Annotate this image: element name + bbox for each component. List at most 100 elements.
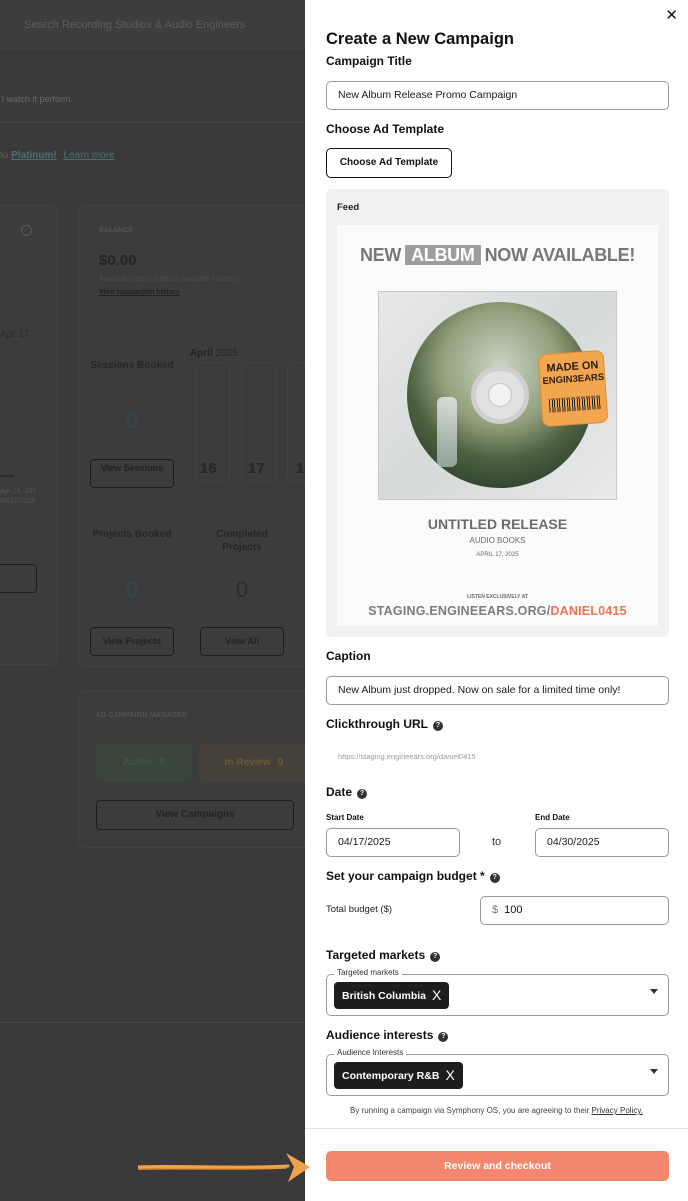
- total-budget-input[interactable]: $100: [480, 896, 669, 925]
- view-campaigns-button: View Campaigns: [96, 800, 294, 830]
- ad-headline: NEW ALBUM NOW AVAILABLE!: [337, 245, 658, 266]
- help-icon[interactable]: ?: [430, 952, 441, 962]
- audience-interests-label-text: Audience interests: [326, 1028, 434, 1042]
- start-date-input[interactable]: 04/17/2025: [326, 828, 460, 857]
- help-icon[interactable]: ?: [433, 721, 443, 731]
- campaign-title-label: Campaign Title: [326, 54, 412, 68]
- info-icon: [21, 225, 32, 236]
- balance-value: $0.00: [99, 252, 137, 269]
- audience-interests-label: Audience interests?: [326, 1028, 449, 1042]
- active-pill: Active 0: [96, 744, 192, 782]
- chevron-down-icon[interactable]: [650, 989, 658, 994]
- projects-value: 0: [125, 577, 139, 602]
- clickthrough-url[interactable]: https://staging.engineears.org/daniel041…: [338, 752, 476, 761]
- calendar-day: 18: [296, 460, 305, 477]
- projects-title: Projects Booked: [92, 529, 172, 540]
- listen-label: LISTEN EXCLUSIVELY AT: [467, 594, 528, 600]
- dashboard-background: Search Recording Studios & Audio Enginee…: [0, 0, 305, 1201]
- market-chip-label: British Columbia: [342, 990, 427, 1002]
- targeted-markets-select[interactable]: Targeted markets British Columbia X: [326, 968, 669, 1016]
- learn-more-link: Learn more: [63, 150, 115, 161]
- chart-date-2: 04/17/2025: [0, 498, 36, 505]
- chart-date-1: Apr 16, 202: [0, 488, 37, 495]
- targeted-markets-legend: Targeted markets: [334, 968, 402, 977]
- review-and-checkout-button[interactable]: Review and checkout: [326, 1151, 669, 1181]
- date-label-text: Date: [326, 785, 353, 799]
- interest-chip: Contemporary R&B X: [334, 1062, 463, 1089]
- calendar-day: 16: [200, 460, 217, 477]
- ad-creative: NEW ALBUM NOW AVAILABLE! MADE ON ENGIN3EAR…: [337, 225, 658, 626]
- view-sessions-button: View Sessions: [90, 459, 174, 488]
- help-icon[interactable]: ?: [489, 873, 500, 883]
- album-cd-case: MADE ON ENGIN3EARS: [378, 291, 617, 500]
- transaction-history-link: View transaction history: [99, 289, 180, 296]
- remove-chip-icon[interactable]: X: [432, 987, 441, 1003]
- ad-url-user: DANIEL0415: [550, 604, 627, 618]
- search-bar: Search Recording Studios & Audio Enginee…: [0, 0, 305, 52]
- help-icon[interactable]: ?: [438, 1032, 449, 1042]
- headline-pre: NEW: [359, 245, 402, 265]
- release-title: UNTITLED RELEASE: [427, 516, 568, 532]
- active-label: Active: [122, 757, 153, 768]
- sessions-title: Sessions Booked: [90, 360, 174, 371]
- end-date-input[interactable]: 04/30/2025: [535, 828, 669, 857]
- date-to-label: to: [492, 836, 502, 848]
- create-campaign-drawer: ✕ Create a New Campaign Campaign Title N…: [305, 0, 688, 1201]
- terms-text-body: By running a campaign via Symphony OS, y…: [350, 1106, 590, 1115]
- view-projects-button: View Projects: [90, 627, 174, 656]
- divider: [0, 1022, 305, 1023]
- disc-hub: [471, 366, 529, 424]
- disc-center: [488, 383, 512, 407]
- waterfall-art: [437, 397, 457, 467]
- choose-ad-template-button[interactable]: Choose Ad Template: [326, 148, 452, 178]
- calendar-month: April 2025: [190, 348, 238, 359]
- stats-card-left: [0, 205, 58, 665]
- clickthrough-label-text: Clickthrough URL: [326, 717, 428, 731]
- barcode-icon: [548, 395, 602, 413]
- upgrade-prefix: to: [0, 150, 9, 161]
- campaign-manager-label: AD CAMPAIGN MANAGER: [96, 712, 188, 719]
- caption-input[interactable]: New Album just dropped. Now on sale for …: [326, 676, 669, 705]
- completed-title: Completed Projects: [216, 529, 268, 553]
- info-banner: l watch it perform.: [0, 78, 305, 123]
- targeted-markets-label-text: Targeted markets: [326, 948, 426, 962]
- left-outline-button: [0, 564, 37, 593]
- market-chip: British Columbia X: [334, 982, 450, 1009]
- clickthrough-label: Clickthrough URL?: [326, 717, 443, 731]
- banner-text: l watch it perform.: [2, 94, 74, 104]
- help-icon[interactable]: ?: [357, 789, 368, 799]
- search-placeholder: Search Recording Studios & Audio Enginee…: [24, 19, 246, 31]
- terms-text: By running a campaign via Symphony OS, y…: [305, 1106, 688, 1115]
- budget-label-text: Set your campaign budget *: [326, 869, 485, 883]
- budget-label: Set your campaign budget *?: [326, 869, 500, 883]
- interest-chip-label: Contemporary R&B: [342, 1070, 440, 1082]
- drawer-title: Create a New Campaign: [326, 30, 514, 48]
- release-subtitle: AUDIO BOOKS: [469, 536, 526, 545]
- date-label: Date?: [326, 785, 368, 799]
- completed-value: 0: [235, 577, 249, 602]
- audience-interests-legend: Audience Interests: [334, 1048, 407, 1057]
- ad-template-label: Choose Ad Template: [326, 122, 445, 136]
- date-chip: Apr 17: [0, 329, 30, 340]
- feed-label: Feed: [337, 202, 360, 213]
- in-review-label: In Review: [224, 757, 271, 768]
- in-review-count: 0: [277, 757, 284, 768]
- end-date-label: End Date: [535, 813, 570, 822]
- close-icon[interactable]: ✕: [665, 6, 678, 24]
- calendar-day: 17: [248, 460, 265, 477]
- caption-label: Caption: [326, 649, 371, 663]
- calendar-year: 2025: [215, 348, 238, 359]
- view-all-button: View All: [200, 627, 284, 656]
- release-date: APRIL 17, 2025: [476, 552, 519, 558]
- privacy-policy-link[interactable]: Privacy Policy.: [592, 1106, 643, 1115]
- ad-url: STAGING.ENGINEEARS.ORG/DANIEL0415: [337, 604, 658, 618]
- campaign-title-input[interactable]: New Album Release Promo Campaign: [326, 81, 669, 110]
- chevron-down-icon[interactable]: [650, 1069, 658, 1074]
- total-budget-label: Total budget ($): [326, 904, 393, 915]
- active-count: 0: [159, 757, 166, 768]
- upgrade-banner: to Platinum! Learn more: [0, 150, 115, 161]
- balance-note: Available today out ($0.00 available ins…: [99, 276, 240, 283]
- remove-chip-icon[interactable]: X: [445, 1067, 454, 1083]
- audience-interests-select[interactable]: Audience Interests Contemporary R&B X: [326, 1048, 669, 1096]
- made-on-sticker: MADE ON ENGIN3EARS: [537, 349, 609, 428]
